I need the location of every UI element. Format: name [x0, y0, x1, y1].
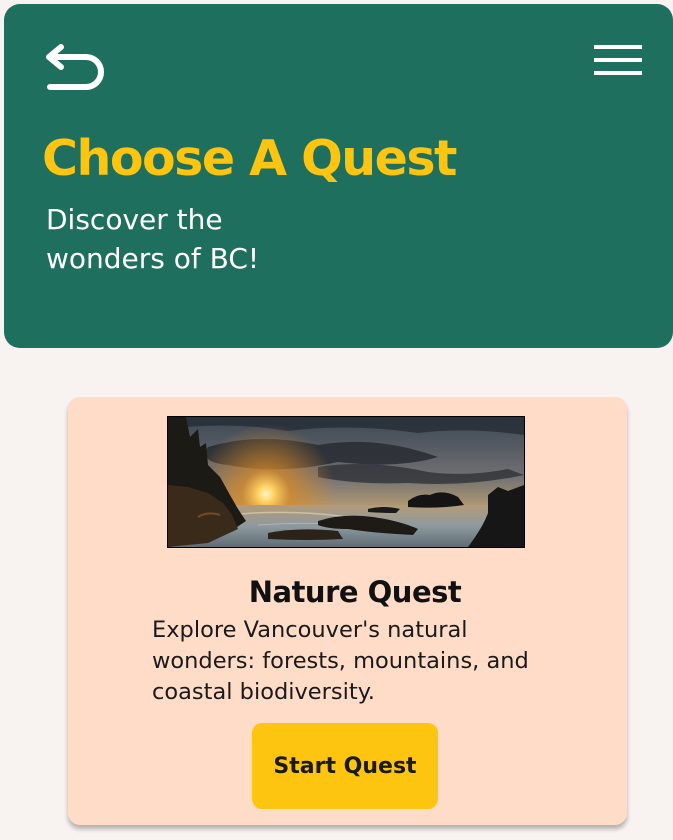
menu-button[interactable]: [589, 38, 649, 86]
page-header: Choose A Quest Discover the wonders of B…: [4, 4, 673, 348]
page-title: Choose A Quest: [42, 130, 457, 187]
quest-title: Nature Quest: [248, 575, 462, 609]
quest-description: Explore Vancouver's natural wonders: for…: [152, 617, 529, 705]
page-subtitle: Discover the wonders of BC!: [46, 203, 260, 275]
quest-card: Nature Quest Explore Vancouver's natural…: [68, 397, 627, 825]
quest-image: [167, 416, 525, 548]
start-quest-button[interactable]: Start Quest: [252, 723, 438, 809]
back-button[interactable]: [40, 38, 112, 98]
back-arrow-icon: [46, 44, 104, 90]
hamburger-menu-icon: [594, 45, 642, 75]
